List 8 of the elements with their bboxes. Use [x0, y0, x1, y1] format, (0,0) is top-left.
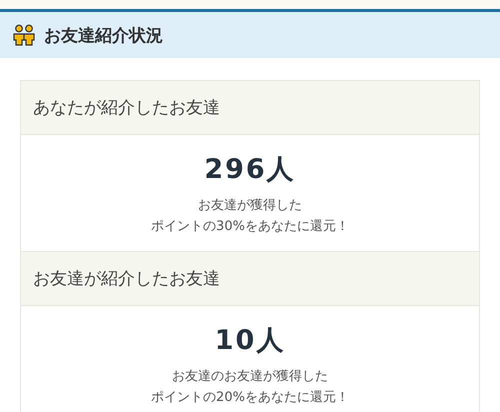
reward-description: お友達が獲得した ポイントの30%をあなたに還元！: [151, 197, 349, 236]
referral-count: 296人: [204, 153, 296, 187]
referral-count: 10人: [214, 324, 286, 358]
section-title: あなたが紹介したお友達: [33, 97, 220, 119]
section-title: お友達が紹介したお友達: [33, 268, 220, 290]
page-title: お友達紹介状況: [44, 24, 163, 46]
reward-description: お友達のお友達が獲得した ポイントの20%をあなたに還元！: [151, 368, 349, 407]
people-icon: [12, 24, 36, 46]
